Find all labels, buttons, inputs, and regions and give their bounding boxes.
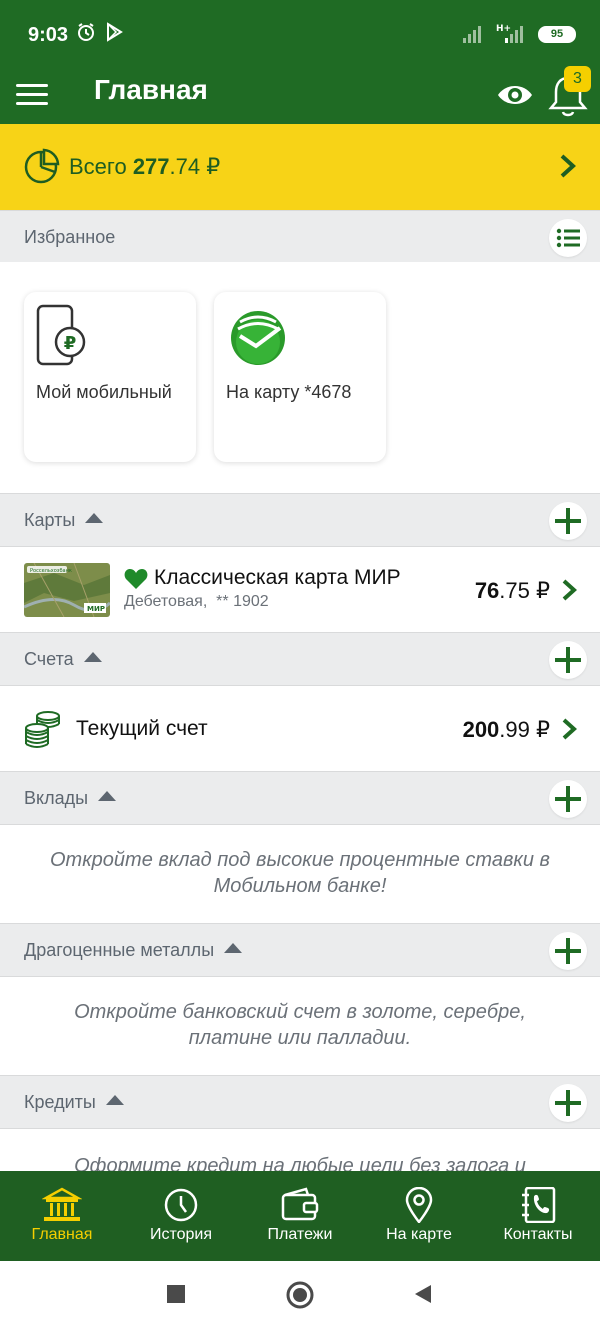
wallet-icon <box>281 1187 319 1221</box>
collapse-arrow-icon <box>105 1095 124 1105</box>
play-store-icon <box>107 22 123 42</box>
back-triangle-icon[interactable] <box>412 1283 434 1305</box>
metals-promo[interactable]: Откройте банковский счет в золоте, сереб… <box>0 977 600 1075</box>
alarm-icon <box>78 23 94 41</box>
nav-label: Контакты <box>503 1226 573 1243</box>
home-circle-icon[interactable] <box>285 1280 315 1310</box>
chevron-right-icon <box>562 718 577 740</box>
account-balance: 200.99 ₽ <box>462 717 550 742</box>
bank-icon <box>42 1187 82 1221</box>
nav-item-home[interactable]: Главная <box>2 1171 122 1261</box>
add-card-button[interactable] <box>549 502 587 540</box>
nav-label: На карте <box>386 1226 452 1243</box>
total-amount-fraction: .74 ₽ <box>169 154 221 179</box>
credits-header[interactable]: Кредиты <box>0 1075 600 1129</box>
favorite-my-mobile[interactable]: ₽ Мой мобильный <box>24 292 196 462</box>
credits-title: Кредиты <box>24 1092 124 1113</box>
nav-item-payments[interactable]: Платежи <box>240 1171 360 1261</box>
nav-item-contacts[interactable]: Контакты <box>478 1171 598 1261</box>
nav-label: Главная <box>31 1226 93 1243</box>
total-amount-integer: 277 <box>132 154 170 179</box>
sber-logo-icon <box>231 311 285 365</box>
account-row[interactable]: Текущий счет 200.99 ₽ <box>0 686 600 771</box>
metals-header[interactable]: Драгоценные металлы <box>0 923 600 977</box>
svg-text:Россельхозбанк: Россельхозбанк <box>30 568 72 574</box>
chevron-right-icon <box>562 579 577 601</box>
accounts-title: Счета <box>24 649 102 670</box>
coins-icon <box>25 711 60 748</box>
map-pin-icon <box>405 1187 433 1223</box>
favorites-area: ₽ Мой мобильный На карту *4678 <box>0 262 600 494</box>
card-name: Классическая карта МИР <box>154 566 401 589</box>
plus-icon <box>555 1090 581 1116</box>
notifications-button[interactable]: 3 <box>546 66 592 118</box>
card-row[interactable]: Россельхозбанк МИР Классическая карта МИ… <box>0 547 600 632</box>
status-bar: 9:03 H+ 95 <box>0 0 600 66</box>
card-balance: 76.75 ₽ <box>474 578 550 603</box>
accounts-header[interactable]: Счета <box>0 632 600 686</box>
add-account-button[interactable] <box>549 641 587 679</box>
account-name: Текущий счет <box>76 717 208 740</box>
collapse-arrow-icon <box>98 791 117 801</box>
total-balance-label: Всего 277.74 ₽ <box>69 154 221 179</box>
nav-item-map[interactable]: На карте <box>359 1171 479 1261</box>
plus-icon <box>555 508 581 534</box>
nav-label: Платежи <box>267 1226 333 1243</box>
collapse-arrow-icon <box>85 513 104 523</box>
signal-icon <box>463 26 481 43</box>
pie-chart-icon <box>24 148 60 184</box>
list-icon <box>556 228 580 248</box>
heart-icon <box>124 569 148 589</box>
plus-icon <box>555 786 581 812</box>
mobile-payment-icon: ₽ <box>36 304 86 366</box>
card-thumbnail: Россельхозбанк МИР <box>24 563 110 617</box>
svg-text:МИР: МИР <box>87 605 105 613</box>
status-time: 9:03 <box>28 24 69 46</box>
hamburger-menu-icon[interactable] <box>16 78 48 110</box>
chevron-right-icon <box>560 154 576 178</box>
favorite-label: На карту *4678 <box>226 382 352 402</box>
battery-indicator: 95 <box>538 26 576 43</box>
nav-label: История <box>149 1226 213 1243</box>
metals-title: Драгоценные металлы <box>24 940 243 961</box>
deposits-header[interactable]: Вклады <box>0 771 600 825</box>
deposits-title: Вклады <box>24 788 117 809</box>
clock-icon <box>164 1188 198 1222</box>
add-credit-button[interactable] <box>549 1084 587 1122</box>
contacts-book-icon <box>522 1187 556 1223</box>
app-bar: Главная 3 <box>0 66 600 124</box>
cards-header[interactable]: Карты <box>0 493 600 547</box>
signal-hplus-icon: H+ <box>496 24 523 43</box>
credits-promo[interactable]: Оформите кредит на любые цели без залога… <box>0 1129 600 1171</box>
favorites-title: Избранное <box>24 227 116 247</box>
favorites-header: Избранное <box>0 210 600 264</box>
system-navigation-bar <box>0 1261 600 1332</box>
add-metal-account-button[interactable] <box>549 932 587 970</box>
favorite-label: Мой мобильный <box>36 382 172 402</box>
nav-item-history[interactable]: История <box>121 1171 241 1261</box>
card-details: Дебетовая, ** 1902 <box>124 593 269 610</box>
cards-title: Карты <box>24 510 104 531</box>
total-balance-bar[interactable]: Всего 277.74 ₽ <box>0 124 600 210</box>
plus-icon <box>555 647 581 673</box>
svg-text:₽: ₽ <box>64 333 77 354</box>
eye-icon[interactable] <box>496 75 534 115</box>
notifications-badge: 3 <box>564 66 591 92</box>
recents-square-icon[interactable] <box>165 1283 187 1305</box>
page-title: Главная <box>94 74 208 105</box>
favorites-list-button[interactable] <box>549 219 587 257</box>
collapse-arrow-icon <box>83 652 102 662</box>
add-deposit-button[interactable] <box>549 780 587 818</box>
bottom-navigation: Главная История Платежи На карте Контакт… <box>0 1171 600 1261</box>
collapse-arrow-icon <box>224 943 243 953</box>
favorite-to-card[interactable]: На карту *4678 <box>214 292 386 462</box>
plus-icon <box>555 938 581 964</box>
deposits-promo[interactable]: Откройте вклад под высокие процентные ст… <box>0 825 600 923</box>
svg-text:H+: H+ <box>496 24 511 34</box>
